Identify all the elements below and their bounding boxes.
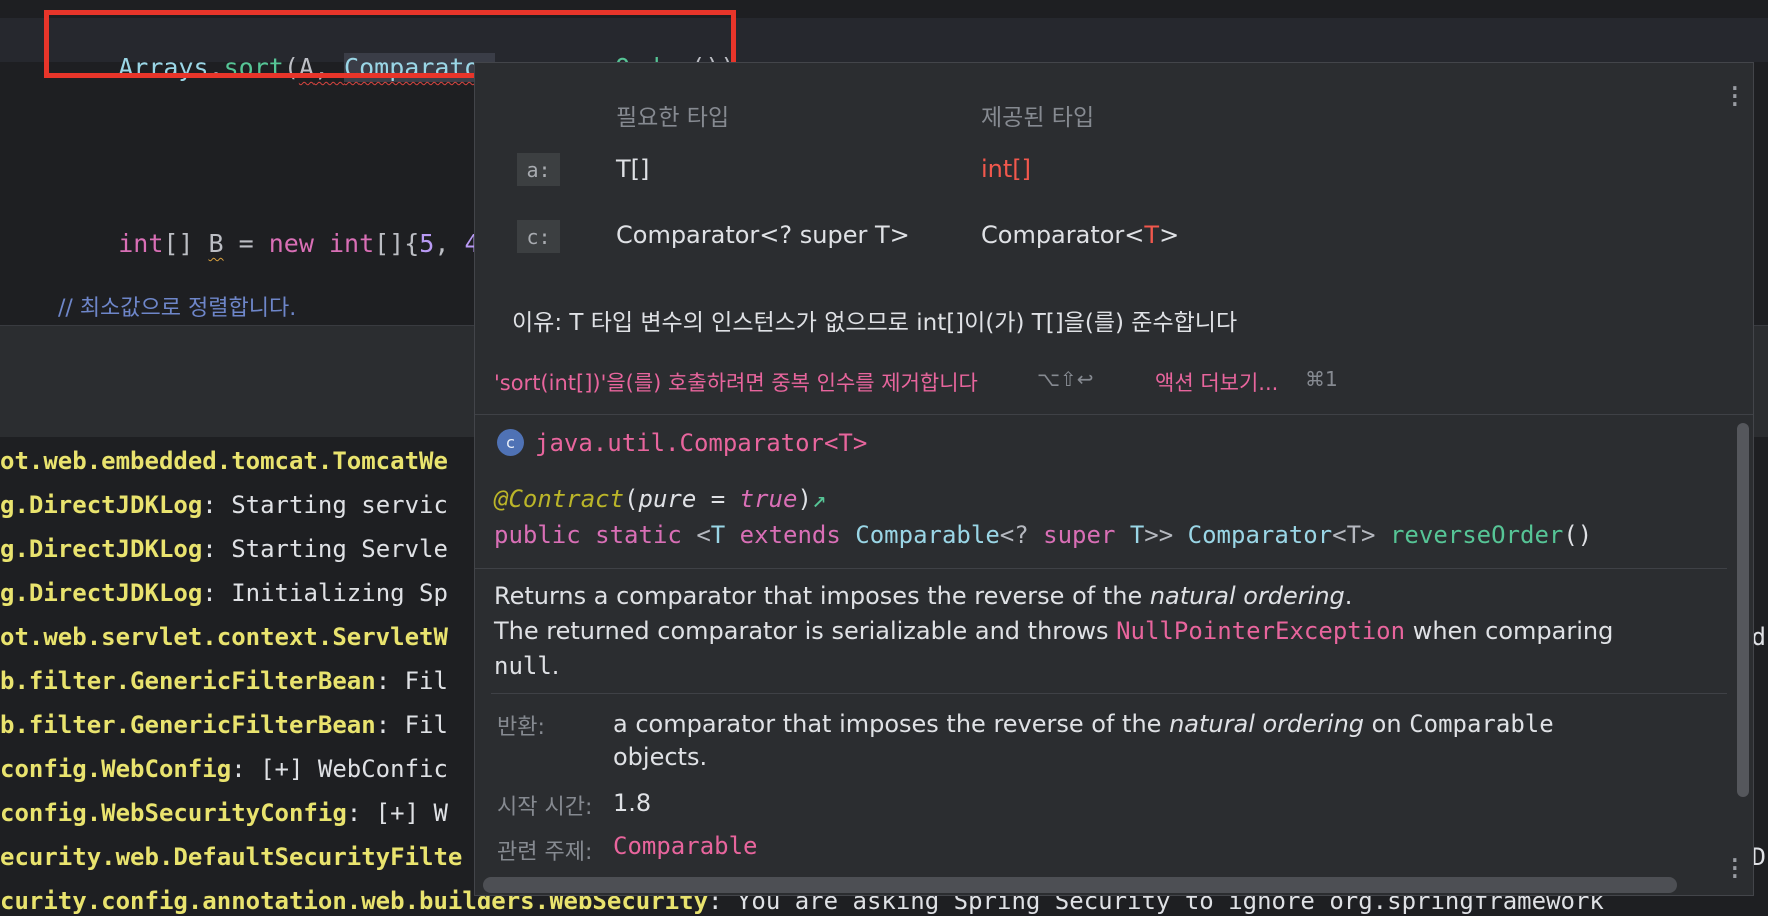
log-line: g.DirectJDKLog: Initializing Sp <box>0 579 448 607</box>
see-also-link[interactable]: Comparable <box>613 832 758 860</box>
token-eq: = <box>223 229 269 258</box>
since-value: 1.8 <box>613 789 652 817</box>
see-also-label: 관련 주제: <box>497 840 593 865</box>
log-line: config.WebConfig: [+] WebConfic <box>0 755 448 783</box>
code-comment: // 최소값으로 정렬합니다. <box>58 296 297 321</box>
class-icon: c <box>497 429 524 456</box>
code-line-array-b[interactable]: int[] B = new int[]{5, 4, <box>58 200 494 287</box>
token-int: int <box>328 229 375 258</box>
provided-type-c: Comparator<T> <box>981 221 1180 249</box>
external-link-icon[interactable]: ↗ <box>812 485 826 513</box>
token-init: []{ <box>374 229 420 258</box>
log-line: ecurity.web.DefaultSecurityFilte <box>0 843 463 871</box>
method-signature: public static <T extends Comparable<? su… <box>494 521 1593 549</box>
token-var-b: B <box>208 229 224 258</box>
more-actions-link[interactable]: 액션 더보기... <box>1155 367 1278 397</box>
divider <box>475 414 1753 415</box>
log-line: config.WebSecurityConfig: [+] W <box>0 799 448 827</box>
contract-annotation: @Contract(pure = true)↗ <box>494 485 827 513</box>
provided-type-a: int[] <box>981 155 1032 183</box>
divider <box>475 568 1727 569</box>
doc-class-name[interactable]: java.util.Comparator<T> <box>535 429 867 457</box>
param-tag-a: a: <box>517 153 560 186</box>
returns-label: 반환: <box>497 715 545 740</box>
resize-grip-icon[interactable]: · · · <box>1727 848 1743 890</box>
vertical-scrollbar[interactable] <box>1737 423 1749 797</box>
param-tag-c: c: <box>517 220 560 253</box>
token-int: int <box>118 229 164 258</box>
log-line: ot.web.servlet.context.ServletW <box>0 623 448 651</box>
log-line: b.filter.GenericFilterBean: Fil <box>0 711 448 739</box>
more-actions-shortcut: ⌘1 <box>1305 367 1338 391</box>
doc-description: Returns a comparator that imposes the re… <box>494 582 1614 680</box>
quick-fix-shortcut: ⌥⇧↩ <box>1037 367 1094 391</box>
log-line: ot.web.embedded.tomcat.TomcatWe <box>0 447 448 475</box>
header-provided-type: 제공된 타입 <box>981 105 1095 131</box>
log-line: b.filter.GenericFilterBean: Fil <box>0 667 448 695</box>
divider <box>491 693 1727 694</box>
log-line: g.DirectJDKLog: Starting Servle <box>0 535 448 563</box>
token-brackets: [] <box>163 229 209 258</box>
doc-link-npe[interactable]: NullPointerException <box>1116 617 1405 645</box>
header-required-type: 필요한 타입 <box>616 105 730 131</box>
required-type-a: T[] <box>616 155 650 183</box>
mismatch-reason: 이유: T 타입 변수의 인스턴스가 없으므로 int[]이(가) T[]을(를… <box>512 310 1238 336</box>
more-options-icon[interactable]: · · · <box>1727 76 1743 118</box>
required-type-c: Comparator<? super T> <box>616 221 910 249</box>
quick-fix-remove-argument[interactable]: 'sort(int[])'을(를) 호출하려면 중복 인수를 제거합니다 <box>494 367 978 397</box>
since-label: 시작 시간: <box>497 795 593 820</box>
log-line: g.DirectJDKLog: Starting servic <box>0 491 448 519</box>
token-num-5: 5 <box>419 229 435 258</box>
token-comma: , <box>434 229 465 258</box>
returns-value: a comparator that imposes the reverse of… <box>613 710 1554 771</box>
horizontal-scrollbar[interactable] <box>483 877 1677 893</box>
quick-doc-popup[interactable]: · · · 필요한 타입 제공된 타입 a: T[] int[] c: Compar… <box>474 62 1754 896</box>
token-new: new <box>268 229 314 258</box>
